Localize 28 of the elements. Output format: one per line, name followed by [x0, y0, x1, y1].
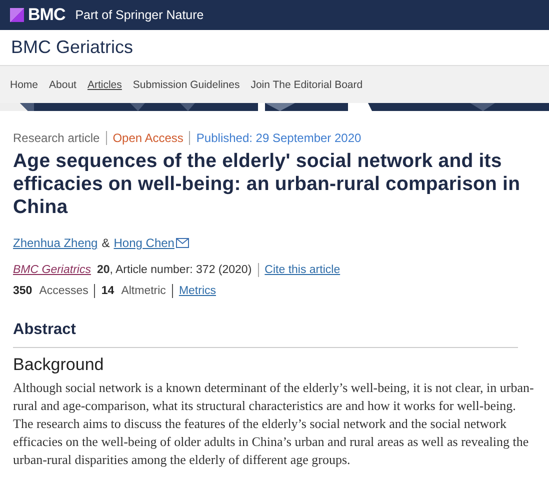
- nav-link[interactable]: Join The Editorial Board: [250, 78, 363, 90]
- cite-link[interactable]: Cite this article: [264, 264, 340, 276]
- mail-icon[interactable]: [176, 238, 190, 248]
- metric-label: Accesses: [39, 285, 88, 297]
- nav-link[interactable]: Articles: [87, 78, 122, 90]
- author-link[interactable]: Hong Chen: [114, 236, 174, 250]
- article-number: , Article number: 372 (2020): [110, 264, 252, 276]
- nav-link[interactable]: Submission Guidelines: [132, 78, 240, 90]
- nav-link[interactable]: Home: [10, 78, 38, 90]
- metric-label: Altmetric: [121, 285, 166, 297]
- abstract-paragraph: Although social network is a known determinant of the elderly’s well-being, it is not clear, in urban-rural and age-comparison, what its structural characteristics are and how it works for well-being. The research aims to discuss the features of the elderly’s social network and the social network efficacies on the well-being of older adults in China’s urban and rural areas as well as revealing the urban-rural disparities among the elderly of different age groups.: [13, 379, 535, 469]
- subsection-heading: Background: [13, 355, 105, 375]
- journal-link[interactable]: BMC Geriatrics: [13, 264, 91, 276]
- tagline: Part of Springer Nature: [75, 8, 204, 22]
- access-label: Open Access: [112, 131, 184, 145]
- journal-title[interactable]: BMC Geriatrics: [11, 37, 134, 58]
- article-title: Age sequences of the elderly' social network and its efficacies on well-being: an urban-rural comparison in China: [13, 150, 522, 219]
- metric-count: 350: [13, 285, 32, 297]
- article-type: Research article: [13, 131, 100, 145]
- volume: 20: [96, 264, 110, 276]
- published-date: Published: 29 September 2020: [196, 131, 362, 145]
- metric-count: 14: [101, 285, 114, 297]
- author-link[interactable]: Zhenhua Zheng: [13, 236, 98, 250]
- section-heading: Abstract: [13, 321, 77, 339]
- nav-link[interactable]: About: [49, 78, 76, 90]
- author-separator: &: [102, 236, 110, 250]
- metrics-link[interactable]: Metrics: [178, 285, 216, 297]
- logo-text[interactable]: BMC: [28, 5, 66, 25]
